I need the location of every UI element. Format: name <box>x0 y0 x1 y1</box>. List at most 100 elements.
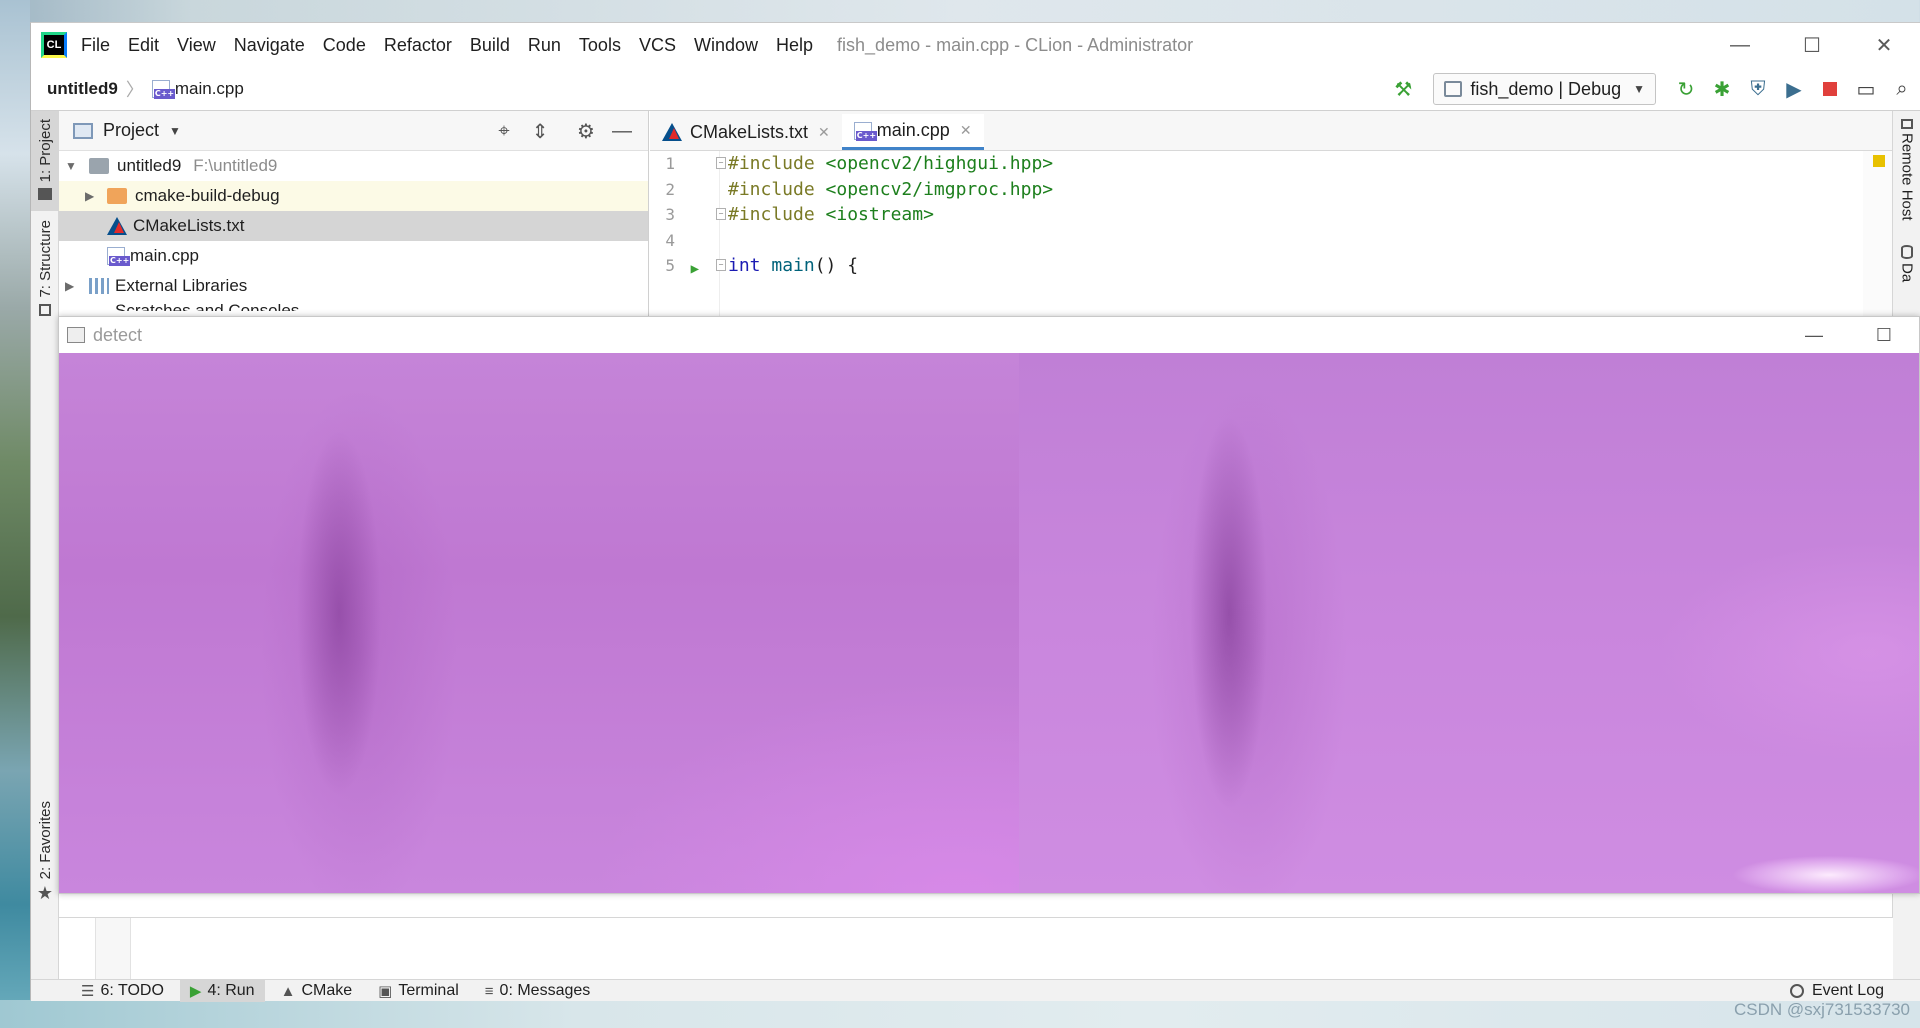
fold-icon[interactable]: − <box>716 259 726 271</box>
menu-run[interactable]: Run <box>528 35 561 56</box>
collapsed-arrow-icon[interactable]: ▶ <box>85 189 101 203</box>
stop-icon[interactable] <box>1814 73 1846 105</box>
run-toolbar-gutter <box>95 918 131 980</box>
tab-remote-host[interactable]: Remote Host <box>1893 111 1920 221</box>
menu-window[interactable]: Window <box>694 35 758 56</box>
tab-database[interactable]: Da <box>1893 241 1920 301</box>
menu-edit[interactable]: Edit <box>128 35 159 56</box>
event-log-icon <box>1789 984 1804 998</box>
run-gutter-icon[interactable]: ▶ <box>691 257 699 283</box>
window-icon <box>67 327 85 343</box>
profile-icon[interactable]: ▶ <box>1778 73 1810 105</box>
menu-refactor[interactable]: Refactor <box>384 35 452 56</box>
breadcrumb-separator-icon: 〉 <box>125 79 144 100</box>
tree-row-scratches[interactable]: Scratches and Consoles <box>59 301 648 311</box>
image-right-half <box>1019 353 1919 893</box>
code-line: #include <opencv2/highgui.hpp> <box>728 153 1054 174</box>
code-area[interactable]: #include <opencv2/highgui.hpp> #include … <box>728 151 1863 279</box>
menu-view[interactable]: View <box>177 35 216 56</box>
tab-main-cpp[interactable]: main.cpp ✕ <box>841 114 984 150</box>
tab-label: main.cpp <box>876 120 950 140</box>
menu-navigate[interactable]: Navigate <box>234 35 305 56</box>
gear-icon[interactable]: ⚙ <box>568 113 604 149</box>
chevron-down-icon[interactable]: ▼ <box>169 124 181 138</box>
menu-file[interactable]: File <box>81 35 110 56</box>
code-editor: CMakeLists.txt ✕ main.cpp ✕ 1− 2 3− 4 5▶… <box>650 111 1893 339</box>
menu-build[interactable]: Build <box>470 35 510 56</box>
collapse-all-icon[interactable]: ⇕ <box>522 113 558 149</box>
folder-icon <box>107 188 127 204</box>
fold-icon[interactable]: − <box>716 157 726 169</box>
close-icon[interactable]: ✕ <box>1848 23 1920 67</box>
image-glare <box>1719 849 1919 893</box>
image-left-half <box>59 353 1019 893</box>
title-bar: CL File Edit View Navigate Code Refactor… <box>31 23 1920 67</box>
coverage-icon[interactable]: ⛨ <box>1742 73 1774 105</box>
tab-remote-host-label: Remote Host <box>1898 133 1916 221</box>
run-toolbar: ⚒ fish_demo | Debug ▼ ↻ ✱ ⛨ ▶ ▭ ⌕ <box>1385 67 1920 111</box>
build-hammer-icon[interactable]: ⚒ <box>1387 73 1419 105</box>
tab-todo[interactable]: ☰ 6: TODO <box>71 980 174 1002</box>
tab-favorites-label: 2: Favorites <box>36 801 54 880</box>
breadcrumb-file[interactable]: main.cpp <box>175 79 244 99</box>
configuration-icon <box>1444 81 1463 97</box>
run-anything-icon[interactable]: ▭ <box>1850 73 1882 105</box>
maximize-icon[interactable]: ☐ <box>1849 317 1919 353</box>
remote-host-icon <box>1901 119 1913 130</box>
tab-cmakelists[interactable]: CMakeLists.txt ✕ <box>650 114 842 150</box>
menu-vcs[interactable]: VCS <box>639 35 676 56</box>
tab-cmake-label: CMake <box>301 982 353 999</box>
run-configuration-select[interactable]: fish_demo | Debug ▼ <box>1433 73 1656 105</box>
detect-image <box>59 353 1919 893</box>
tab-messages[interactable]: ≡ 0: Messages <box>475 980 600 1002</box>
window-controls: — ☐ ✕ <box>1704 23 1920 67</box>
collapsed-arrow-icon[interactable]: ▶ <box>65 279 81 293</box>
tab-run[interactable]: ▶ 4: Run <box>179 980 265 1002</box>
rerun-icon[interactable]: ↻ <box>1670 73 1702 105</box>
menu-help[interactable]: Help <box>776 35 813 56</box>
warning-marker-icon[interactable] <box>1873 155 1885 167</box>
close-tab-icon[interactable]: ✕ <box>960 122 972 139</box>
line-number: 3− <box>650 202 726 228</box>
cmake-icon <box>662 123 682 141</box>
search-icon[interactable]: ⌕ <box>1886 73 1918 105</box>
detect-title-bar[interactable]: detect — ☐ <box>59 317 1919 353</box>
fold-icon[interactable]: − <box>716 208 726 220</box>
cmake-icon: ▲ <box>280 982 296 1000</box>
tab-cmake[interactable]: ▲ CMake <box>271 980 363 1002</box>
close-tab-icon[interactable]: ✕ <box>818 124 830 141</box>
expanded-arrow-icon[interactable]: ▼ <box>65 159 81 173</box>
tree-label: Scratches and Consoles <box>115 301 300 311</box>
clion-logo-icon: CL <box>41 32 67 58</box>
database-icon <box>1901 245 1913 259</box>
minimize-icon[interactable]: — <box>1704 23 1776 67</box>
menu-tools[interactable]: Tools <box>579 35 621 56</box>
chevron-down-icon: ▼ <box>1633 82 1645 96</box>
code-line: #include <opencv2/imgproc.hpp> <box>728 178 1054 200</box>
event-log-label: Event Log <box>1811 982 1884 999</box>
tab-favorites[interactable]: 2: Favorites ★ <box>31 801 59 911</box>
menu-code[interactable]: Code <box>323 35 366 56</box>
project-panel-header: Project ▼ ⌖ ⇕ ⚙ — <box>59 111 648 151</box>
tab-terminal[interactable]: ▣ Terminal <box>368 980 469 1002</box>
tree-row-main-cpp[interactable]: main.cpp <box>59 241 648 271</box>
event-log-button[interactable]: Event Log <box>1789 980 1884 1002</box>
tree-row-cmake-build-debug[interactable]: ▶ cmake-build-debug <box>59 181 648 211</box>
structure-icon <box>39 303 51 316</box>
tree-row-external-libraries[interactable]: ▶ External Libraries <box>59 271 648 301</box>
locate-icon[interactable]: ⌖ <box>486 113 522 149</box>
navigation-bar: untitled9 〉 main.cpp ⚒ fish_demo | Debug… <box>31 67 1920 111</box>
tab-structure[interactable]: 7: Structure <box>31 216 59 326</box>
tree-row-cmakelists[interactable]: CMakeLists.txt <box>59 211 648 241</box>
hide-panel-icon[interactable]: — <box>604 113 640 149</box>
detect-window-controls: — ☐ <box>1779 317 1919 353</box>
tree-row-root[interactable]: ▼ untitled9 F:\untitled9 <box>59 151 648 181</box>
editor-scrollbar[interactable] <box>1863 151 1893 339</box>
tab-project[interactable]: 1: Project <box>31 111 59 211</box>
breadcrumb-project[interactable]: untitled9 <box>47 79 118 99</box>
wallpaper-bottom-edge <box>0 1000 1920 1028</box>
project-panel-title[interactable]: Project <box>103 120 159 141</box>
debug-icon[interactable]: ✱ <box>1706 73 1738 105</box>
minimize-icon[interactable]: — <box>1779 317 1849 353</box>
maximize-icon[interactable]: ☐ <box>1776 23 1848 67</box>
